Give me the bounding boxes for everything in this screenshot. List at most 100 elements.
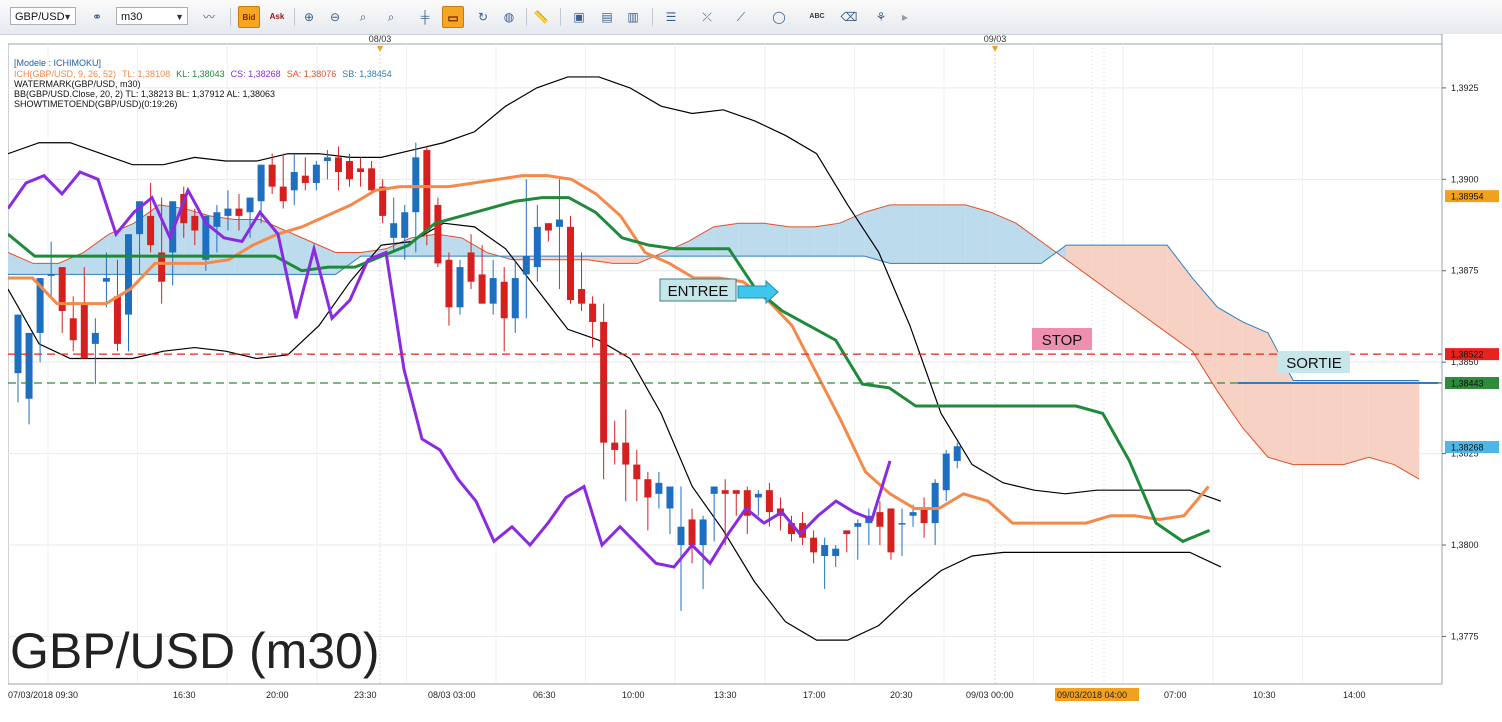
toolbar-divider [526,8,527,26]
kumo-segment [612,256,638,264]
candle-body [876,512,884,527]
x-tick-label: 07/03/2018 09:30 [8,690,78,700]
candle-body [600,321,608,443]
candle-body [578,289,586,304]
zoom-fit-icon[interactable]: ⌕ [352,6,374,28]
legend-showtime: SHOWTIMETOEND(GBP/USD)(0:19:26) [14,99,177,109]
candle-body [821,545,829,556]
kumo-segment [738,223,764,257]
candle-body [699,519,707,546]
exit-annotation[interactable]: SORTIE [1278,351,1350,373]
y-tick-label: 1,3875 [1451,266,1479,276]
kumo-segment [537,256,563,260]
ruler-icon[interactable]: 📏 [530,6,552,28]
refresh-icon[interactable]: ↻ [472,6,494,28]
timeframe-select[interactable]: m30 ▼ [116,7,188,25]
list-icon[interactable]: ☰ [660,6,682,28]
chart-window-icon[interactable]: ▭ [442,6,464,28]
line-chart-icon[interactable]: 〰 [198,6,220,28]
x-tick-label: 16:30 [173,690,196,700]
candle-body [467,252,475,282]
candle-body [544,223,552,231]
x-tick-label: 20:30 [890,690,913,700]
toolbar-options-icon[interactable]: ▸ [894,6,916,28]
kumo-segment [562,256,588,260]
ask-button[interactable]: Ask [266,6,288,28]
candle-body [478,274,486,304]
candle-body [401,212,409,238]
top-date-label: 09/03 [984,34,1007,44]
candle-body [931,482,939,524]
period-separator-icon[interactable]: ╪ [414,6,436,28]
symbol-select[interactable]: GBP/USD ▼ [10,7,76,25]
y-tick-label: 1,3800 [1451,540,1479,550]
globe-icon[interactable]: ◍ [498,6,520,28]
text-abc-icon[interactable]: ABC [806,6,828,28]
candle-body [721,490,729,494]
eraser-icon[interactable]: ⌫ [838,6,860,28]
candle-body [257,164,265,202]
toolbar-divider [652,8,653,26]
x-tick-label: 07:00 [1164,690,1187,700]
chart-area[interactable]: 1,3925 1,3900 1,3875 1,3850 1,3825 1,3800 1,37… [6,34,1502,717]
drawing-tools-icon[interactable]: ⤫ [696,6,718,28]
stop-label: STOP [1042,332,1083,349]
timeframe-select-value: m30 [121,11,143,23]
legend-cs: CS: 1,38268 [231,69,281,79]
price-axis-background [1442,34,1502,717]
kumo-segment [1293,380,1319,465]
exit-label: SORTIE [1286,355,1342,372]
price-tag-label: 1,38954 [1451,192,1484,202]
top-date-label: 08/03 [369,34,392,44]
bid-button[interactable]: Bid [238,6,260,28]
candle-body [655,482,663,494]
link-icon[interactable]: ⚭ [86,6,108,28]
kumo-segment [209,215,235,275]
candle-body [390,223,398,238]
ellipse-icon[interactable]: ◯ [768,6,790,28]
candle-body [147,215,155,246]
x-tick-label: 17:00 [803,690,826,700]
candle-body [732,490,740,494]
candle-body [290,172,298,191]
toolbar-divider [230,8,231,26]
candle-body [334,157,342,172]
stop-annotation[interactable]: STOP [1032,328,1092,350]
candle-body [522,256,530,275]
kumo-segment [1343,380,1369,465]
candle-body [898,523,906,525]
candle-body [91,332,99,344]
candle-body [113,296,121,344]
candle-body [953,446,961,461]
candle-body [456,267,464,308]
x-tick-label: 08/03 03:00 [428,690,476,700]
screenshot-icon[interactable]: ▥ [622,6,644,28]
zoom-fit-icon[interactable]: ⌕ [380,6,402,28]
legend-ichimoku: ICH(GBP/USD, 9, 26, 52) TL: 1,38108 KL: 1,… [14,69,392,79]
trendline-icon[interactable]: ⟋ [730,6,752,28]
candle-body [611,442,619,450]
legend-sb: SB: 1,38454 [342,69,392,79]
x-tick-label: 09/03 00:00 [966,690,1014,700]
screenshot-icon[interactable]: ▤ [596,6,618,28]
x-tick-label: 09/03/2018 04:00 [1057,690,1127,700]
price-chart[interactable]: 1,39251,39001,38751,38501,38251,38001,37… [6,34,1502,717]
candle-body [622,442,630,465]
candle-body [14,314,22,374]
candle-body [765,490,773,513]
zoom-in-icon[interactable]: ⊕ [298,6,320,28]
legend-tl: TL: 1,38108 [122,69,170,79]
zoom-out-icon[interactable]: ⊖ [324,6,346,28]
x-tick-label: 20:00 [266,690,289,700]
y-tick-label: 1,3775 [1451,631,1479,641]
candle-body [555,219,563,227]
screenshot-icon[interactable]: ▣ [568,6,590,28]
kumo-segment [764,223,790,257]
candle-body [191,215,199,231]
candle-body [644,479,652,498]
candle-body [246,197,254,213]
candle-body [423,150,431,231]
candle-body [843,530,851,535]
candle-body [268,164,276,187]
template-icon[interactable]: ⚘ [870,6,892,28]
